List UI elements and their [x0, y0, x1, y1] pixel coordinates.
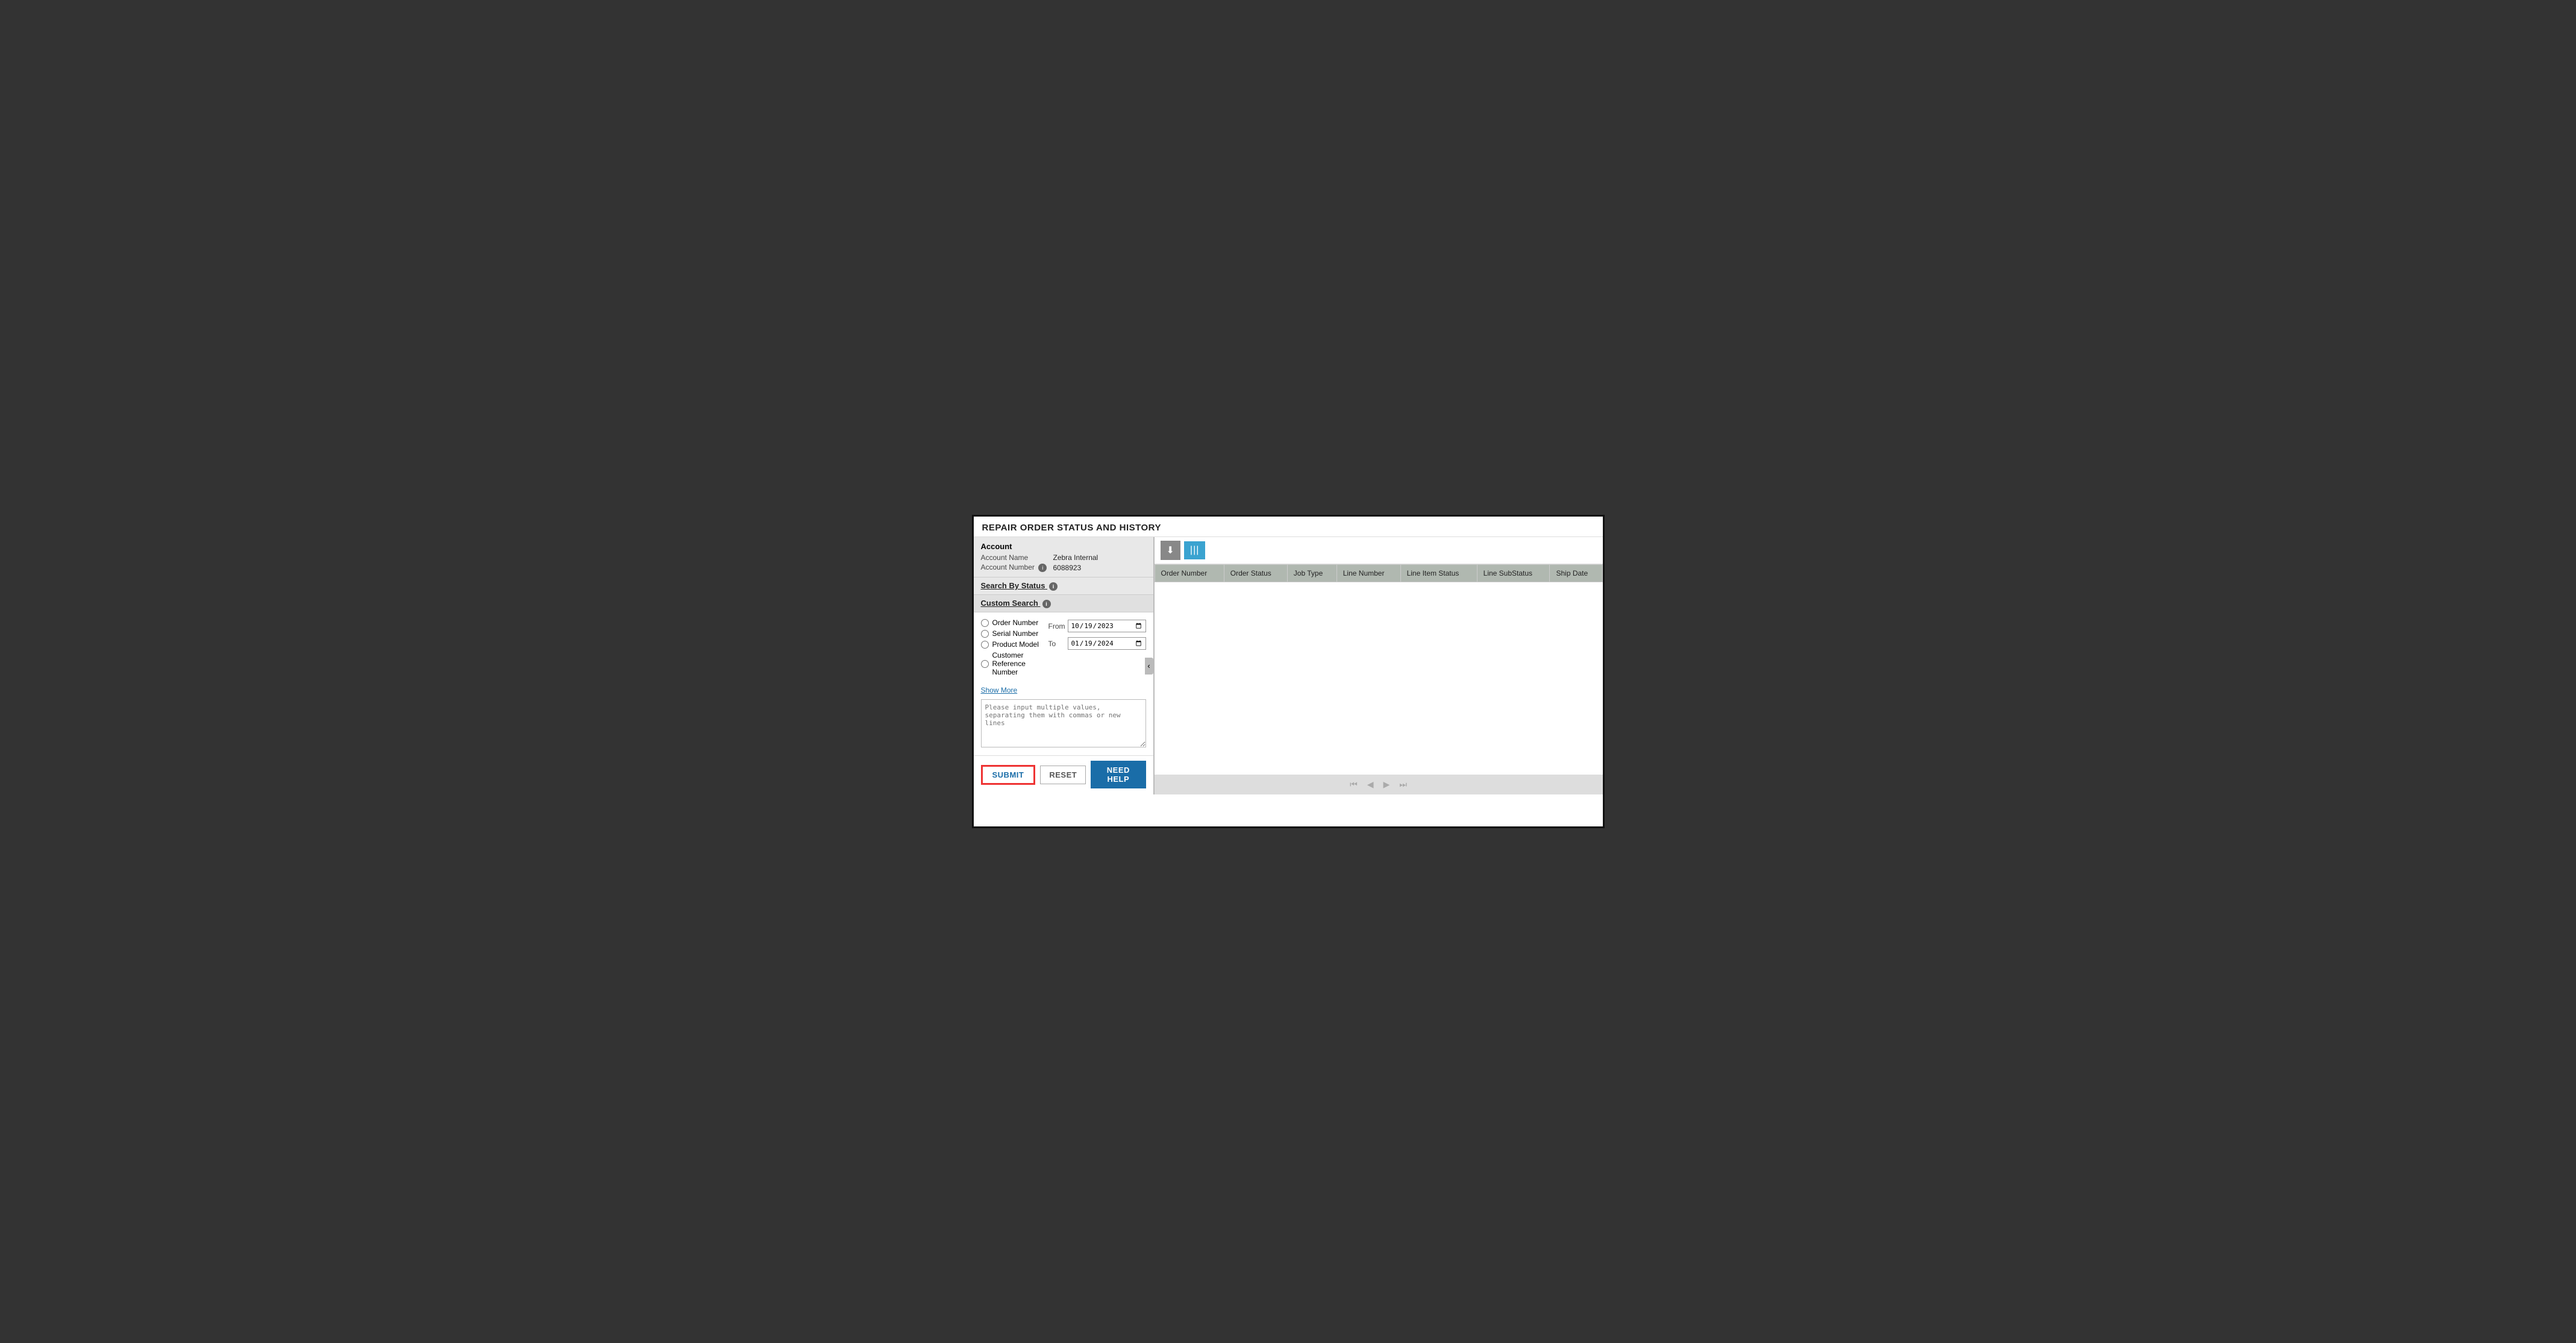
search-by-status-section: Search By Status i: [974, 577, 1153, 595]
account-section-title: Account: [981, 542, 1146, 551]
account-number-label: Account Number i: [981, 563, 1053, 572]
radio-group: Order Number Serial Number Product Model: [981, 618, 1042, 679]
custom-search-link[interactable]: Custom Search i: [981, 599, 1051, 608]
search-by-status-link[interactable]: Search By Status i: [981, 581, 1058, 590]
radio-serial-number-label: Serial Number: [992, 629, 1039, 638]
download-icon: ⬇: [1167, 544, 1174, 556]
col-job-type: Job Type: [1287, 565, 1337, 582]
account-number-info-icon: i: [1038, 564, 1047, 572]
col-ship-date: Ship Date: [1550, 565, 1602, 582]
columns-icon: |||: [1190, 545, 1199, 556]
account-number-value: 6088923: [1053, 564, 1082, 572]
account-name-value: Zebra Internal: [1053, 553, 1098, 562]
download-button[interactable]: ⬇: [1161, 541, 1180, 560]
custom-search-section: Custom Search i: [974, 595, 1153, 612]
radio-customer-ref-label: Customer Reference Number: [992, 651, 1042, 676]
col-order-number: Order Number: [1155, 565, 1224, 582]
radio-serial-number[interactable]: [981, 630, 989, 638]
button-row: SUBMIT RESET NEED HELP: [974, 755, 1153, 794]
pagination-prev[interactable]: ◀: [1365, 778, 1376, 791]
table-header-row: Order Number Order Status Job Type Line …: [1155, 565, 1602, 582]
date-range-section: From To: [1048, 620, 1146, 679]
data-table: Order Number Order Status Job Type Line …: [1155, 564, 1603, 582]
need-help-button[interactable]: NEED HELP: [1091, 761, 1145, 788]
search-form: Order Number Serial Number Product Model: [974, 612, 1153, 699]
search-textarea[interactable]: [981, 699, 1146, 747]
radio-order-number-label: Order Number: [992, 618, 1039, 627]
toolbar: ⬇ |||: [1155, 537, 1603, 564]
date-to-input[interactable]: [1068, 637, 1146, 650]
page-title: REPAIR ORDER STATUS AND HISTORY: [974, 517, 1603, 537]
columns-button[interactable]: |||: [1184, 541, 1205, 559]
textarea-section: [974, 699, 1153, 755]
col-line-substatus: Line SubStatus: [1477, 565, 1550, 582]
to-label: To: [1048, 640, 1068, 648]
radio-order-number[interactable]: [981, 619, 989, 627]
chevron-left-icon: ‹: [1147, 661, 1150, 670]
pagination-last[interactable]: ⏭: [1397, 778, 1409, 791]
search-by-status-info-icon: i: [1049, 582, 1058, 591]
date-from-input[interactable]: [1068, 620, 1146, 632]
submit-button[interactable]: SUBMIT: [981, 765, 1036, 785]
col-order-status: Order Status: [1224, 565, 1287, 582]
col-line-item-status: Line Item Status: [1400, 565, 1477, 582]
col-line-number: Line Number: [1337, 565, 1400, 582]
from-label: From: [1048, 622, 1068, 631]
collapse-panel-arrow[interactable]: ‹: [1145, 658, 1153, 675]
account-name-label: Account Name: [981, 553, 1053, 562]
radio-product-model[interactable]: [981, 641, 989, 649]
table-container: Order Number Order Status Job Type Line …: [1155, 564, 1603, 775]
show-more-link[interactable]: Show More: [981, 686, 1018, 694]
radio-customer-ref[interactable]: [981, 660, 989, 668]
reset-button[interactable]: RESET: [1040, 766, 1086, 784]
pagination-first[interactable]: ⏮: [1347, 778, 1360, 791]
table-header: Order Number Order Status Job Type Line …: [1155, 565, 1602, 582]
custom-search-info-icon: i: [1042, 600, 1051, 608]
radio-product-model-label: Product Model: [992, 640, 1039, 649]
right-panel: ⬇ ||| Order Number Order Status Job Type…: [1155, 537, 1603, 794]
pagination-next[interactable]: ▶: [1381, 778, 1393, 791]
pagination-bar: ⏮ ◀ ▶ ⏭: [1155, 775, 1603, 794]
account-section: Account Account Name Zebra Internal Acco…: [974, 537, 1153, 577]
